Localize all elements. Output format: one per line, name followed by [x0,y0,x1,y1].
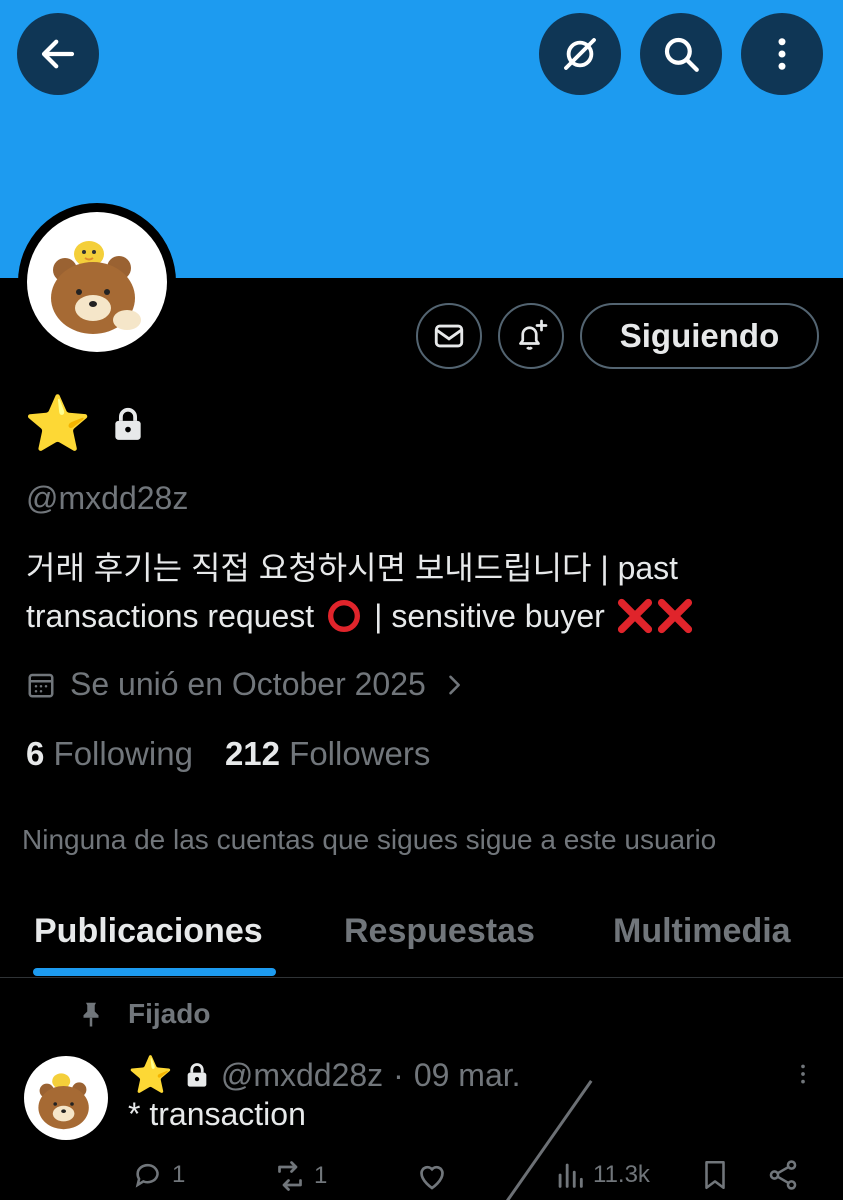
more-button[interactable] [741,13,823,95]
following-link[interactable]: 6 Following [26,735,193,773]
chevron-right-icon [449,675,460,694]
post-more-button[interactable] [790,1058,816,1095]
like-button[interactable] [414,1158,450,1194]
views-count: 11.3k [593,1161,650,1188]
reply-button[interactable]: 1 [132,1158,185,1192]
grok-icon [564,38,596,70]
bookmark-button[interactable] [698,1158,732,1192]
post-header: ⭐ @mxdd28z · 09 mar. [128,1054,521,1096]
star-emoji: ⭐ [24,394,92,454]
lock-icon [187,1063,207,1087]
pinned-indicator: Fijado [76,998,210,1030]
followers-count: 212 [224,735,280,772]
profile-tabs: Publicaciones Respuestas Multimedia [0,890,843,978]
reply-icon [135,1163,159,1188]
follow-stats: 6 Following 212 Followers [26,735,430,773]
post-actions: 1 1 11.3k [0,1158,843,1200]
post-date[interactable]: 09 mar. [414,1057,521,1094]
post-text: * transaction [128,1096,306,1132]
tab-multimedia[interactable]: Multimedia [613,912,791,951]
bell-plus-icon [519,319,548,350]
profile-handle: @mxdd28z [26,480,189,516]
pinned-label: Fijado [128,998,211,1029]
retweet-icon [278,1161,302,1191]
retweet-button[interactable]: 1 [272,1158,327,1194]
views-icon [558,1163,583,1188]
bookmark-icon [705,1160,725,1190]
share-button[interactable] [766,1158,800,1192]
post-separator: · [393,1056,404,1093]
reply-count: 1 [172,1161,186,1188]
more-vertical-icon [778,38,786,70]
tab-publicaciones[interactable]: Publicaciones [34,912,263,951]
profile-bio: 거래 후기는 직접 요청하시면 보내드립니다 | past transactio… [26,544,826,640]
search-icon [664,37,699,72]
calendar-icon [28,673,54,697]
red-circle-icon [328,600,361,632]
avatar-image [27,212,167,352]
post-handle[interactable]: @mxdd28z [221,1057,383,1094]
joined-date[interactable]: Se unió en October 2025 [26,666,468,703]
bio-line-2a: transactions request [26,598,315,634]
active-tab-indicator [33,968,276,976]
following-count: 6 [26,735,45,772]
following-label: Following [53,735,193,772]
more-vertical-icon [801,1064,805,1084]
lock-icon [115,407,141,440]
notifications-button[interactable] [498,303,564,369]
following-button[interactable]: Siguiendo [580,303,819,369]
double-cross-icon [617,598,692,634]
tab-respuestas[interactable]: Respuestas [344,912,535,951]
arrow-left-icon [41,39,75,69]
back-button[interactable] [17,13,99,95]
followers-label: Followers [289,735,431,772]
share-icon [769,1160,797,1190]
grok-button[interactable] [539,13,621,95]
joined-text: Se unió en October 2025 [70,666,426,702]
views-button[interactable]: 11.3k [553,1158,650,1192]
search-button[interactable] [640,13,722,95]
message-button[interactable] [416,303,482,369]
post-avatar[interactable] [24,1056,108,1140]
pin-icon [83,1002,99,1027]
retweet-count: 1 [314,1162,328,1189]
avatar-image [38,1073,89,1130]
star-emoji: ⭐ [128,1054,173,1095]
heart-icon [420,1165,444,1190]
mail-icon [434,324,464,348]
mutual-followers-text: Ninguna de las cuentas que sigues sigue … [22,824,717,855]
display-name: ⭐ [24,392,147,456]
bio-line-1: 거래 후기는 직접 요청하시면 보내드립니다 | past [26,550,679,586]
bio-line-2b: | sensitive buyer [374,598,605,634]
followers-link[interactable]: 212 Followers [225,735,430,773]
profile-avatar[interactable] [18,203,176,361]
